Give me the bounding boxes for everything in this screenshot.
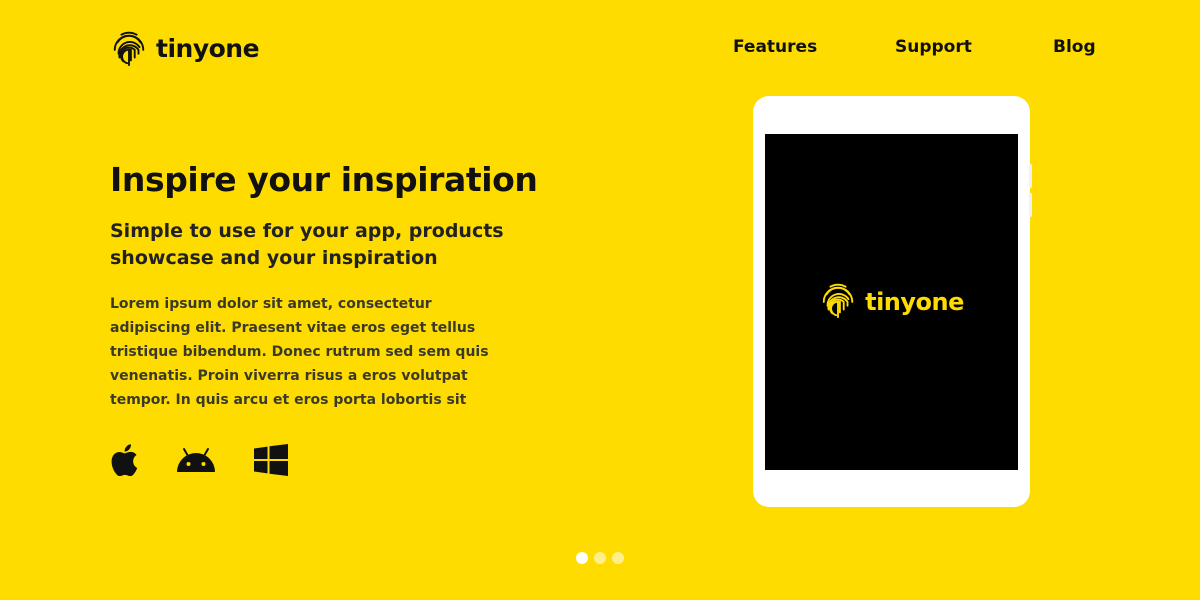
windows-icon[interactable]: [254, 444, 288, 480]
tablet-mockup: tinyone: [753, 96, 1032, 507]
slider-dot-3[interactable]: [612, 552, 624, 564]
platform-icons: [110, 444, 288, 480]
brand-logo[interactable]: tinyone: [110, 29, 260, 67]
fingerprint-icon: [819, 281, 857, 323]
tablet-side-button: [1029, 164, 1032, 188]
hero-subtitle: Simple to use for your app, products sho…: [110, 220, 504, 269]
apple-icon[interactable]: [110, 444, 138, 480]
slider-dot-1[interactable]: [576, 552, 588, 564]
hero-body: Lorem ipsum dolor sit amet, consectetur …: [110, 296, 489, 408]
slider-dot-2[interactable]: [594, 552, 606, 564]
screen-brand-logo: tinyone: [819, 281, 964, 323]
site-header: tinyone Features Support Blog: [0, 0, 1200, 96]
tablet-screen: tinyone: [765, 134, 1018, 470]
screen-brand-name: tinyone: [865, 288, 964, 316]
brand-name: tinyone: [156, 33, 260, 63]
nav-support[interactable]: Support: [895, 37, 972, 57]
slider-pagination: [576, 552, 624, 564]
fingerprint-icon: [110, 29, 148, 67]
nav-features[interactable]: Features: [733, 37, 817, 57]
hero-title: Inspire your inspiration: [110, 160, 538, 199]
tablet-side-button: [1029, 193, 1032, 217]
android-icon[interactable]: [175, 446, 217, 478]
nav-blog[interactable]: Blog: [1053, 37, 1096, 57]
